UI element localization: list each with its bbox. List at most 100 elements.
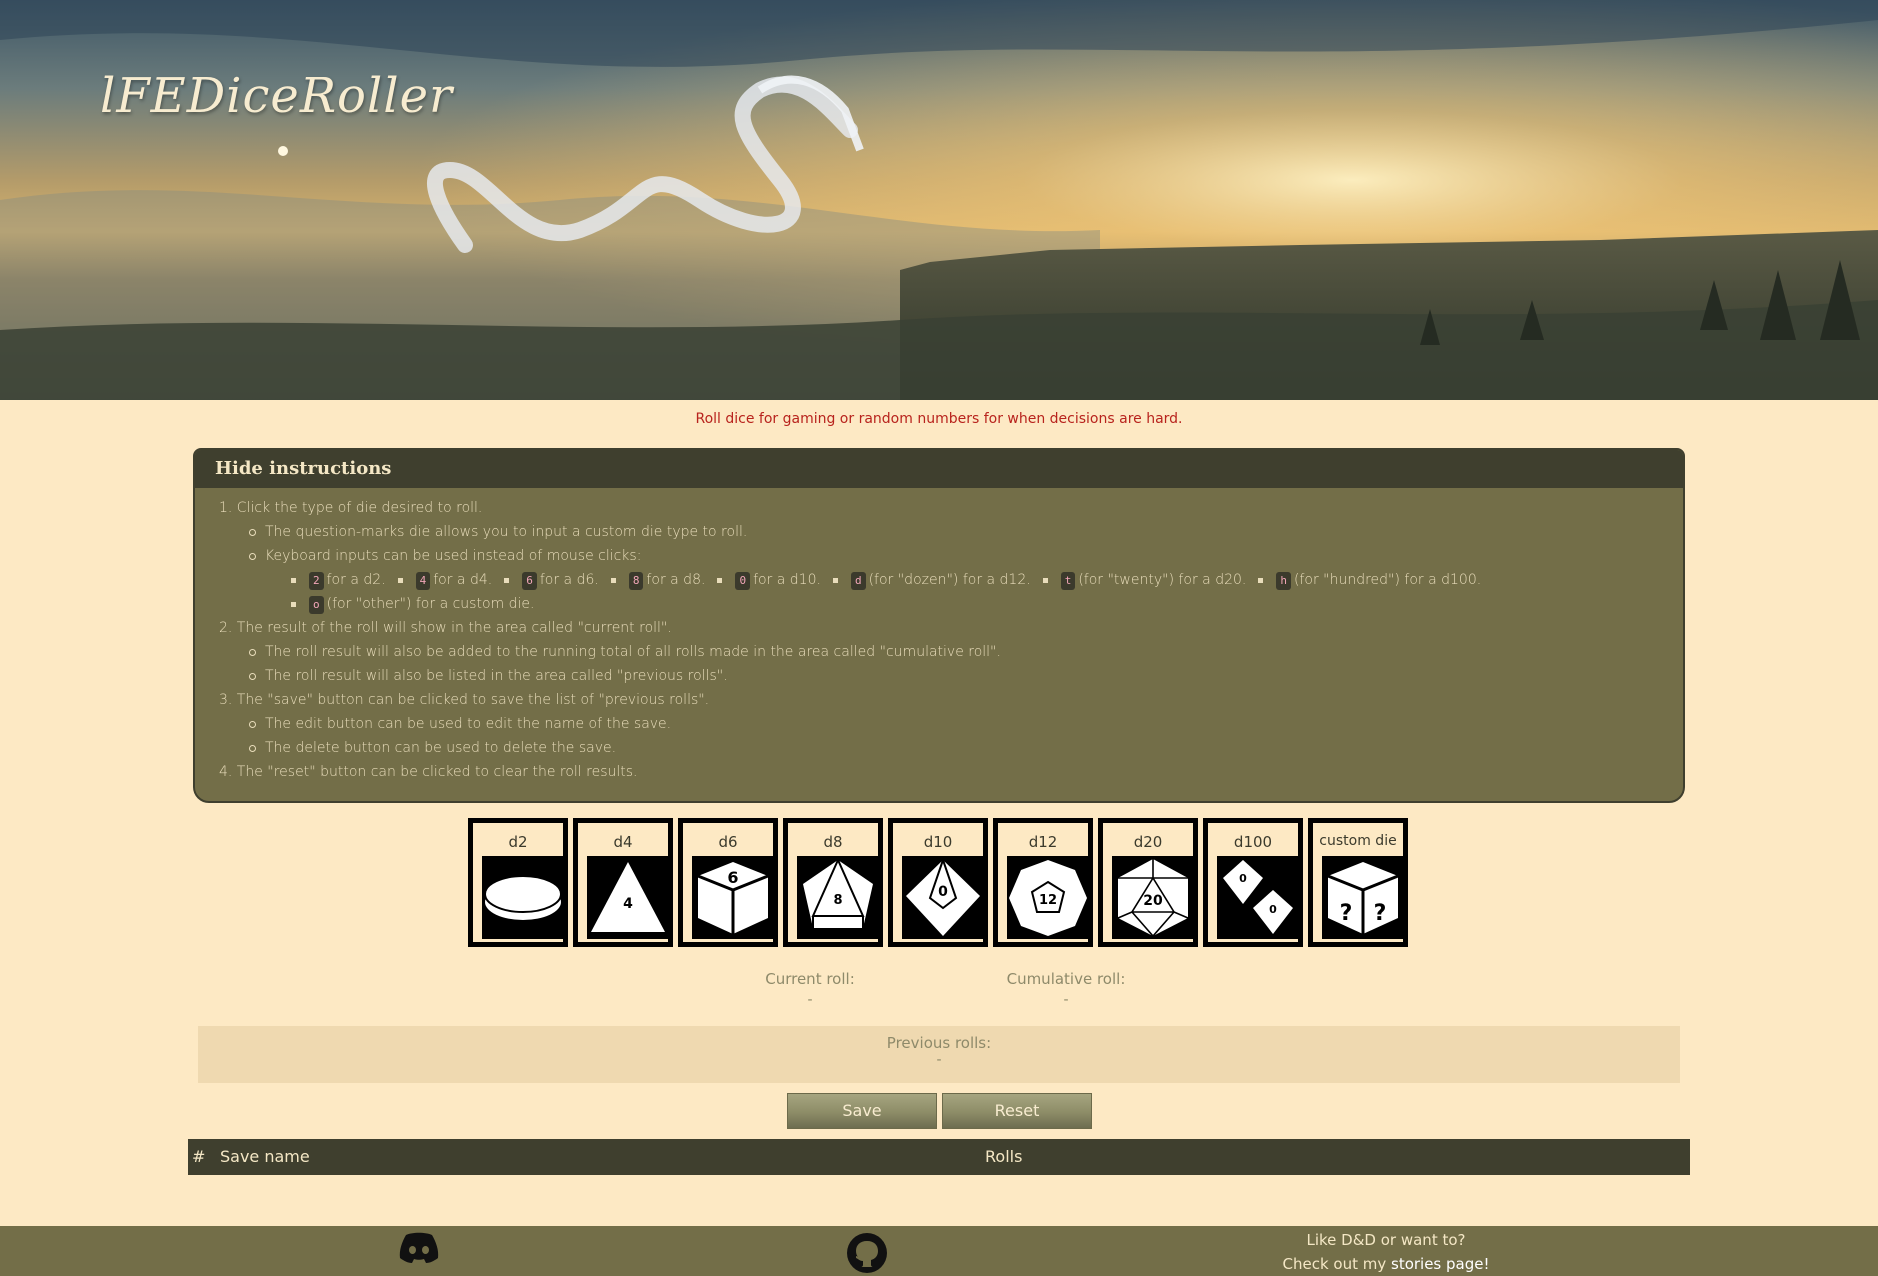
column-header-index: # bbox=[192, 1147, 206, 1166]
instruction-step: 1. Click the type of die desired to roll… bbox=[219, 500, 483, 516]
shortcut-item: 2 for a d2. bbox=[291, 568, 386, 592]
die-button-d6[interactable]: d6 6 bbox=[678, 818, 778, 947]
instruction-step: 3. The "save" button can be clicked to s… bbox=[219, 692, 710, 708]
stories-page-link[interactable]: stories page! bbox=[1391, 1255, 1490, 1273]
discord-icon[interactable] bbox=[398, 1232, 440, 1268]
footer bbox=[0, 1226, 1878, 1276]
shortcut-item: d (for "dozen") for a d12. bbox=[832, 568, 1031, 592]
shortcut-key: 8 bbox=[628, 572, 644, 590]
die-button-d4[interactable]: d4 4 bbox=[573, 818, 673, 947]
shortcut-item: 0 for a d10. bbox=[717, 568, 821, 592]
instruction-substep: The delete button can be used to delete … bbox=[213, 736, 1665, 760]
shortcut-key: t bbox=[1060, 572, 1076, 590]
shortcut-text: (for "other") for a custom die. bbox=[326, 596, 535, 612]
previous-rolls-value: - bbox=[936, 1052, 942, 1068]
coin-icon bbox=[482, 856, 564, 939]
footer-line2: Check out my stories page! bbox=[1256, 1252, 1516, 1276]
die-face-number: 0 bbox=[1239, 872, 1247, 885]
keyboard-shortcuts: 2 for a d2. 4 for a d4. 6 for a d6. 8 for a … bbox=[213, 568, 1665, 616]
current-roll-label: Current roll: bbox=[765, 970, 855, 988]
die-face-number: 0 bbox=[938, 884, 948, 900]
die-label: d100 bbox=[1233, 833, 1273, 851]
instruction-substep: Keyboard inputs can be used instead of m… bbox=[213, 544, 1665, 568]
d12-icon: 12 bbox=[1007, 856, 1089, 939]
footer-line1: Like D&D or want to? bbox=[1306, 1231, 1466, 1249]
die-label: d12 bbox=[1028, 833, 1058, 851]
shortcut-key: o bbox=[309, 596, 324, 614]
instruction-substep: The roll result will also be added to th… bbox=[213, 640, 1665, 664]
d100-icon: 00 bbox=[1217, 856, 1299, 939]
site-title[interactable]: lFEDiceRoller bbox=[100, 68, 453, 124]
die-face-symbol: ? bbox=[1374, 901, 1387, 926]
instructions-list: 1. Click the type of die desired to roll… bbox=[195, 488, 1683, 792]
cumulative-roll-label: Cumulative roll: bbox=[1006, 970, 1126, 988]
shortcut-item: 6 for a d6. bbox=[504, 568, 599, 592]
shortcut-item: h (for "hundred") for a d100. bbox=[1258, 568, 1481, 592]
save-button[interactable]: Save bbox=[787, 1093, 937, 1129]
shortcut-text: for a d10. bbox=[753, 572, 821, 588]
shortcut-key: 6 bbox=[522, 572, 537, 590]
column-header-save-name: Save name bbox=[220, 1147, 310, 1166]
die-face-number: 4 bbox=[623, 896, 633, 912]
instruction-substep: The edit button can be used to edit the … bbox=[213, 712, 1665, 736]
die-label: d6 bbox=[718, 833, 738, 851]
current-roll-value: - bbox=[807, 992, 813, 1008]
shortcut-text: (for "hundred") for a d100. bbox=[1294, 572, 1482, 588]
die-button-custom[interactable]: custom die ?? bbox=[1308, 818, 1408, 947]
column-header-rolls: Rolls bbox=[985, 1147, 1023, 1166]
shortcut-item: t (for "twenty") for a d20. bbox=[1042, 568, 1246, 592]
die-face-number: 0 bbox=[1269, 903, 1277, 916]
shortcut-text: for a d2. bbox=[326, 572, 386, 588]
instruction-step: 2. The result of the roll will show in t… bbox=[219, 620, 672, 636]
shortcut-item: 4 for a d4. bbox=[397, 568, 493, 592]
shortcut-key: d bbox=[850, 572, 866, 590]
instructions-panel: Hide instructions 1. Click the type of d… bbox=[193, 448, 1685, 803]
instruction-substep: The question-marks die allows you to inp… bbox=[213, 520, 1665, 544]
die-label: custom die bbox=[1319, 833, 1397, 849]
die-label: d4 bbox=[613, 833, 633, 851]
die-label: d2 bbox=[508, 833, 528, 851]
shortcut-key: h bbox=[1276, 572, 1291, 590]
die-label: d10 bbox=[923, 833, 953, 851]
reset-button[interactable]: Reset bbox=[942, 1093, 1092, 1129]
instruction-substep: The roll result will also be listed in t… bbox=[213, 664, 1665, 688]
die-face-number: 6 bbox=[727, 868, 738, 887]
shortcut-text: for a d4. bbox=[433, 572, 493, 588]
instructions-toggle[interactable]: Hide instructions bbox=[195, 450, 1683, 488]
d20-icon: 20 bbox=[1112, 856, 1194, 939]
die-button-d10[interactable]: d10 0 bbox=[888, 818, 988, 947]
die-button-d100[interactable]: d100 00 bbox=[1203, 818, 1303, 947]
die-face-number: 8 bbox=[833, 893, 842, 908]
shortcut-text: for a d8. bbox=[646, 572, 706, 588]
shortcut-key: 4 bbox=[415, 572, 431, 590]
die-face-symbol: ? bbox=[1340, 901, 1353, 926]
dragon-landscape-illustration bbox=[0, 0, 1878, 400]
shortcut-item: o (for "other") for a custom die. bbox=[291, 592, 534, 616]
previous-rolls-area: Previous rolls: - bbox=[198, 1026, 1680, 1083]
dice-selector: d2 d4 4 d6 6 d8 8 d10 0 d12 12 d20 20 d1… bbox=[468, 818, 1408, 947]
d6-icon: 6 bbox=[692, 856, 774, 939]
shortcut-key: 2 bbox=[309, 572, 324, 590]
tagline: Roll dice for gaming or random numbers f… bbox=[695, 411, 1183, 427]
instruction-step: 4. The "reset" button can be clicked to … bbox=[219, 764, 638, 780]
die-button-d8[interactable]: d8 8 bbox=[783, 818, 883, 947]
shortcut-item: 8 for a d8. bbox=[610, 568, 706, 592]
d10-icon: 0 bbox=[902, 856, 984, 939]
github-icon[interactable] bbox=[846, 1232, 888, 1276]
shortcut-text: (for "dozen") for a d12. bbox=[868, 572, 1031, 588]
footer-stories-promo: Like D&D or want to? Check out my storie… bbox=[1256, 1228, 1516, 1276]
die-face-number: 20 bbox=[1143, 893, 1163, 909]
cumulative-roll-value: - bbox=[1063, 992, 1069, 1008]
die-button-d2[interactable]: d2 bbox=[468, 818, 568, 947]
shortcut-text: for a d6. bbox=[539, 572, 599, 588]
header-banner: lFEDiceRoller bbox=[0, 0, 1878, 400]
die-label: d8 bbox=[823, 833, 843, 851]
footer-line2-prefix: Check out my bbox=[1282, 1255, 1391, 1273]
die-button-d20[interactable]: d20 20 bbox=[1098, 818, 1198, 947]
saves-table-header: # Save name Rolls bbox=[188, 1139, 1690, 1175]
question-die-icon: ?? bbox=[1322, 856, 1404, 939]
shortcut-key: 0 bbox=[735, 572, 751, 590]
die-button-d12[interactable]: d12 12 bbox=[993, 818, 1093, 947]
d8-icon: 8 bbox=[797, 856, 879, 939]
d4-icon: 4 bbox=[587, 856, 669, 939]
